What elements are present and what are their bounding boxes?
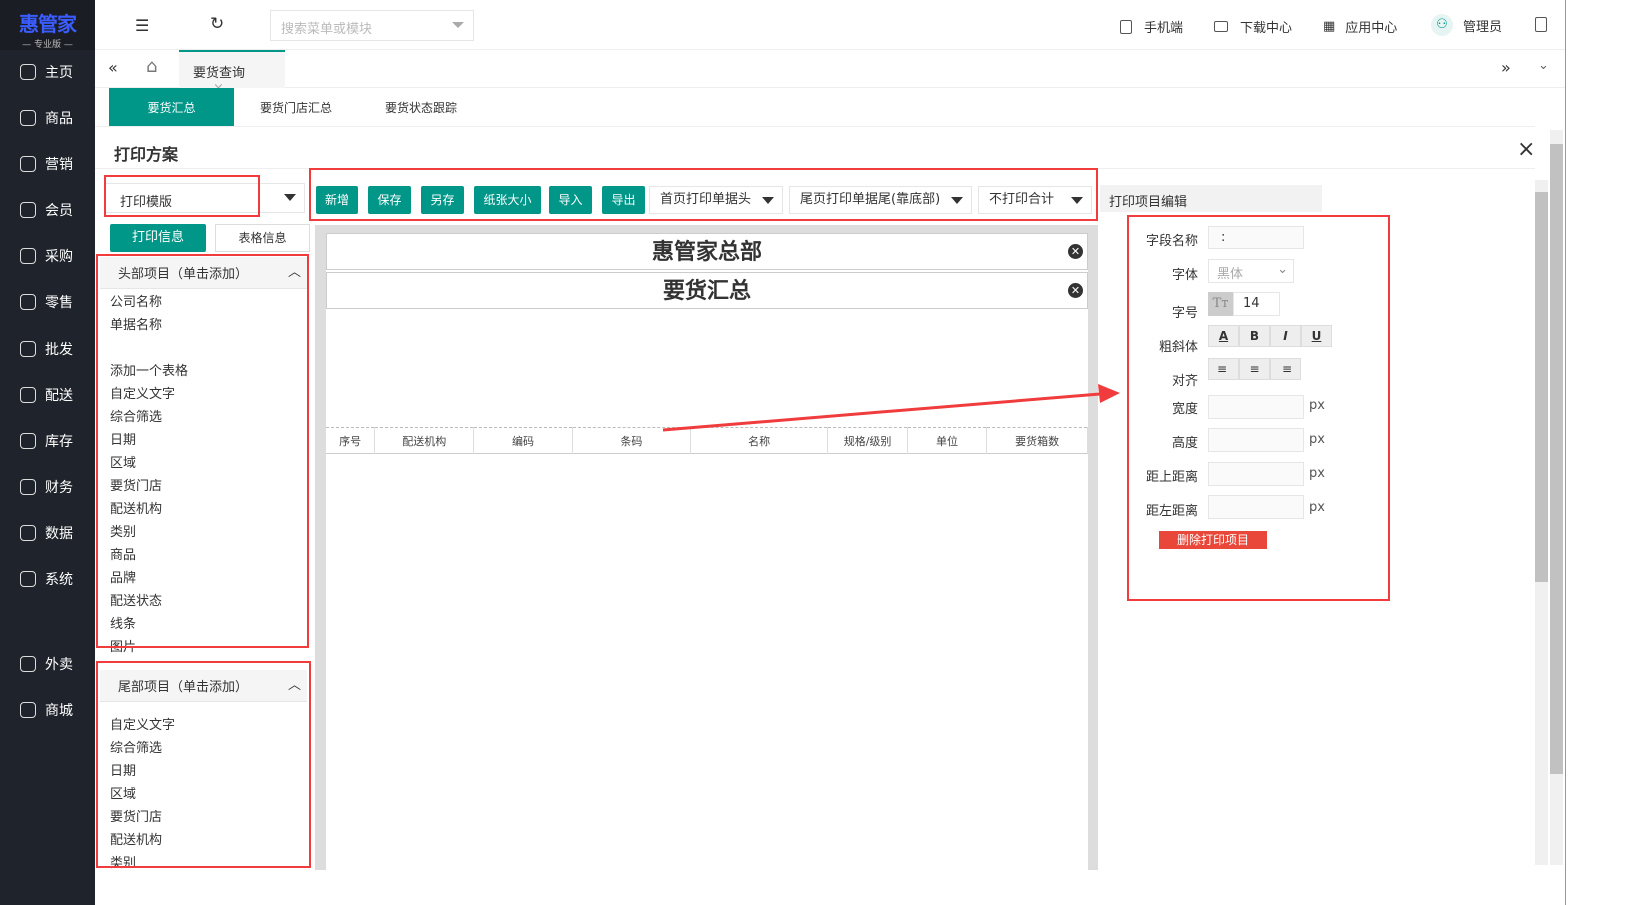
chevron-down-icon: ⌄	[1277, 262, 1288, 277]
window-edge	[1565, 0, 1632, 905]
align-center-icon[interactable]: ≡	[1239, 358, 1270, 380]
italic-button[interactable]: I	[1270, 325, 1301, 347]
outer-scrollbar-thumb[interactable]	[1550, 144, 1563, 774]
color-button[interactable]: A	[1208, 325, 1239, 347]
editor-labels: 字段名称 字体 字号 粗斜体 对齐 宽度 高度 距上距离 距左距离	[1130, 0, 1198, 600]
style-buttons: A B I U	[1208, 325, 1332, 347]
underline-button[interactable]: U	[1301, 325, 1332, 347]
width-label: 宽度	[1171, 402, 1198, 417]
height-input[interactable]	[1208, 428, 1304, 452]
height-label: 高度	[1171, 436, 1198, 451]
font-label: 字体	[1171, 268, 1198, 283]
scrollbar-thumb[interactable]	[1535, 192, 1548, 582]
left-distance-input[interactable]	[1208, 495, 1304, 519]
unit-label: px	[1309, 398, 1325, 413]
unit-label: px	[1309, 466, 1325, 481]
align-left-icon[interactable]: ≡	[1208, 358, 1239, 380]
width-input[interactable]	[1208, 395, 1304, 419]
arrow-line	[662, 392, 1101, 432]
font-size-input[interactable]: 14	[1233, 292, 1280, 316]
field-name-input[interactable]: :	[1208, 226, 1304, 249]
font-select[interactable]: 黑体 ⌄	[1208, 259, 1294, 283]
top-distance-input[interactable]	[1208, 462, 1304, 486]
style-label: 粗斜体	[1158, 340, 1198, 355]
outer-scrollbar[interactable]	[1550, 130, 1563, 865]
top-distance-label: 距上距离	[1145, 470, 1198, 485]
size-label: 字号	[1171, 306, 1198, 321]
bold-button[interactable]: B	[1239, 325, 1270, 347]
left-distance-label: 距左距离	[1145, 504, 1198, 519]
align-label: 对齐	[1171, 374, 1198, 389]
unit-label: px	[1309, 500, 1325, 515]
font-size-icon: Tт	[1208, 292, 1233, 316]
align-right-icon[interactable]: ≡	[1270, 358, 1301, 380]
arrow-head	[1098, 384, 1120, 403]
scrollbar[interactable]	[1535, 180, 1548, 865]
delete-print-item-button[interactable]: 删除打印项目	[1159, 531, 1267, 549]
field-name-label: 字段名称	[1145, 234, 1198, 249]
align-buttons: ≡ ≡ ≡	[1208, 358, 1301, 380]
unit-label: px	[1309, 432, 1325, 447]
